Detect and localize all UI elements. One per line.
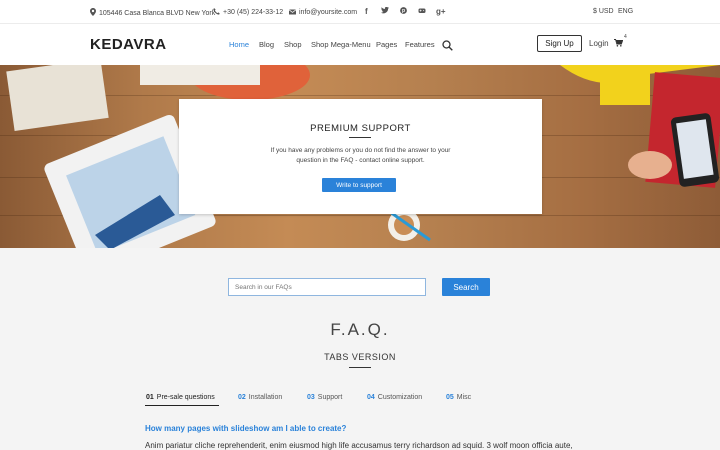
facebook-icon[interactable]: f <box>365 7 368 16</box>
faq-search-input[interactable] <box>228 278 426 296</box>
map-marker-icon <box>90 8 96 18</box>
premium-support-card: PREMIUM SUPPORT If you have any problems… <box>179 99 542 214</box>
phone-icon <box>213 8 220 17</box>
address-info: 105446 Casa Blanca BLVD New York <box>90 8 215 18</box>
tab-label: Customization <box>377 394 423 401</box>
nav-shop-mega-menu[interactable]: Shop Mega-Menu <box>311 40 371 49</box>
tab-label: Pre-sale questions <box>156 394 215 401</box>
tab-number: 02 <box>238 394 246 401</box>
envelope-icon <box>288 8 297 17</box>
faq-title: F.A.Q. <box>330 320 390 339</box>
tab-installation[interactable]: 02 Installation <box>238 394 282 401</box>
main-navbar: KEDAVRA Home Blog Shop Shop Mega-Menu Pa… <box>0 24 720 65</box>
tab-customization[interactable]: 04 Customization <box>367 394 422 401</box>
tab-support[interactable]: 03 Support <box>307 394 342 401</box>
email-text[interactable]: info@yoursite.com <box>299 9 357 16</box>
nav-blog[interactable]: Blog <box>259 40 274 49</box>
address-text: 105446 Casa Blanca BLVD New York <box>99 9 216 17</box>
tab-number: 05 <box>446 394 454 401</box>
tab-number: 03 <box>307 394 315 401</box>
shopping-cart-icon[interactable] <box>614 39 624 49</box>
site-logo[interactable]: KEDAVRA <box>90 36 167 53</box>
search-icon[interactable] <box>442 38 453 51</box>
tab-misc[interactable]: 05 Misc <box>446 394 471 401</box>
tab-pre-sale-questions[interactable]: 01 Pre-sale questions <box>146 394 215 401</box>
tab-label: Support <box>317 394 343 401</box>
write-to-support-button[interactable]: Write to support <box>322 178 396 192</box>
google-plus-icon[interactable]: g+ <box>436 7 446 16</box>
cart-count-badge: 4 <box>624 34 627 40</box>
tab-number: 01 <box>146 394 154 401</box>
active-tab-underline <box>145 405 219 406</box>
tab-label: Misc <box>456 394 472 401</box>
gamepad-icon[interactable] <box>418 7 426 16</box>
tab-label: Installation <box>248 394 283 401</box>
faq-subtitle: TABS VERSION <box>324 352 396 362</box>
phone-info[interactable]: +30 (45) 224-33-12 <box>213 8 283 17</box>
pinterest-icon[interactable]: p <box>400 7 407 16</box>
search-button[interactable]: Search <box>442 278 490 296</box>
twitter-icon[interactable] <box>381 6 389 16</box>
nav-shop[interactable]: Shop <box>284 40 302 49</box>
nav-pages[interactable]: Pages <box>376 40 397 49</box>
subtitle-divider <box>349 367 371 368</box>
nav-features[interactable]: Features <box>405 40 435 49</box>
nav-home[interactable]: Home <box>229 40 249 49</box>
login-link[interactable]: Login <box>589 39 609 48</box>
currency-selector[interactable]: $ USD <box>593 8 614 15</box>
language-selector[interactable]: ENG <box>618 8 633 15</box>
card-description: If you have any problems or you do not f… <box>270 147 451 164</box>
title-divider <box>349 137 371 138</box>
faq-question[interactable]: How many pages with slideshow am I able … <box>145 424 346 433</box>
phone-text[interactable]: +30 (45) 224-33-12 <box>223 9 283 16</box>
svg-text:p: p <box>402 8 405 14</box>
email-info[interactable]: info@yoursite.com <box>288 8 357 17</box>
tab-number: 04 <box>367 394 375 401</box>
sign-up-button[interactable]: Sign Up <box>537 35 582 52</box>
top-bar: 105446 Casa Blanca BLVD New York +30 (45… <box>0 0 720 24</box>
card-title: PREMIUM SUPPORT <box>310 123 411 134</box>
faq-answer: Anim pariatur cliche reprehenderit, enim… <box>145 441 573 450</box>
